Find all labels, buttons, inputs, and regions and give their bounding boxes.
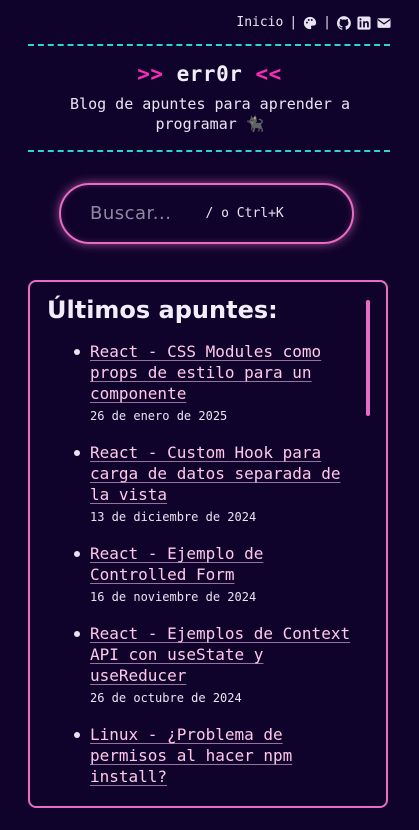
post-date: 26 de enero de 2025 — [90, 409, 228, 423]
list-item: React - Ejemplo de Controlled Form 16 de… — [74, 543, 360, 604]
list-item: React - Ejemplos de Context API con useS… — [74, 623, 360, 705]
latest-posts-panel: Últimos apuntes: React - CSS Modules com… — [28, 280, 388, 808]
latest-posts-heading: Últimos apuntes: — [47, 296, 278, 324]
linkedin-icon[interactable] — [357, 15, 371, 30]
post-date: 13 de diciembre de 2024 — [90, 510, 257, 524]
post-link[interactable]: React - Custom Hook para carga de datos … — [90, 442, 360, 505]
palette-icon[interactable] — [303, 16, 317, 30]
post-link[interactable]: Linux - ¿Problema de permisos al hacer n… — [90, 724, 360, 787]
bullet — [74, 631, 80, 637]
title-right-arrows: << — [255, 62, 282, 86]
nav-separator: | — [289, 15, 298, 30]
mail-icon[interactable] — [377, 16, 391, 30]
list-item: React - CSS Modules como props de estilo… — [74, 341, 360, 423]
bullet — [74, 450, 80, 456]
list-item: Linux - ¿Problema de permisos al hacer n… — [74, 724, 360, 787]
post-link[interactable]: React - CSS Modules como props de estilo… — [90, 341, 360, 404]
bullet — [74, 732, 80, 738]
post-date: 16 de noviembre de 2024 — [90, 590, 257, 604]
site-title[interactable]: >> err0r << — [0, 62, 419, 86]
search-button[interactable]: Buscar... / o Ctrl+K — [59, 183, 354, 244]
search-shortcut-hint: / o Ctrl+K — [205, 206, 284, 221]
top-nav: Inicio | | — [236, 15, 391, 30]
bullet — [74, 349, 80, 355]
github-icon[interactable] — [337, 15, 351, 30]
header-divider-bottom — [28, 150, 390, 152]
nav-separator: | — [323, 15, 331, 30]
nav-home-link[interactable]: Inicio — [236, 15, 283, 30]
scrollbar-thumb[interactable] — [366, 300, 370, 416]
site-tagline: Blog de apuntes para aprender a programa… — [70, 95, 350, 133]
bullet — [74, 551, 80, 557]
post-date: 26 de octubre de 2024 — [90, 691, 242, 705]
header-divider-top — [28, 44, 390, 46]
search-placeholder: Buscar... — [90, 203, 172, 224]
list-item: React - Custom Hook para carga de datos … — [74, 442, 360, 524]
post-link[interactable]: React - Ejemplos de Context API con useS… — [90, 623, 360, 686]
site-name: err0r — [176, 62, 243, 86]
title-left-arrows: >> — [137, 62, 164, 86]
post-link[interactable]: React - Ejemplo de Controlled Form — [90, 543, 360, 585]
posts-list: React - CSS Modules como props de estilo… — [74, 341, 360, 806]
